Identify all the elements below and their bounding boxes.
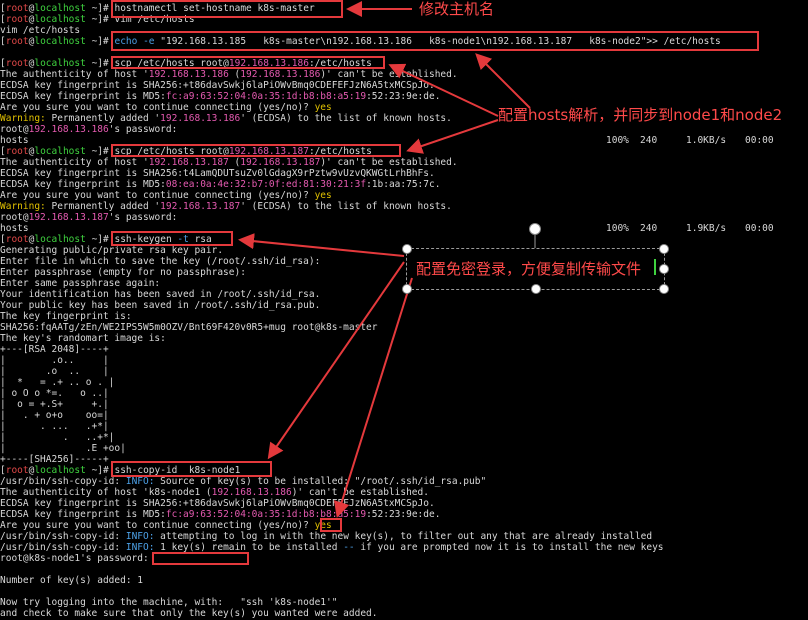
annotation-arrows <box>238 1 536 518</box>
arrow-yes <box>333 277 413 518</box>
arrow-hosts-scp2 <box>406 119 499 154</box>
text-cursor <box>654 259 656 275</box>
resize-handle-bottom-right[interactable] <box>659 284 669 294</box>
resize-handle-top-right[interactable] <box>659 244 669 254</box>
resize-handle-right[interactable] <box>659 264 669 274</box>
arrow-keygen <box>238 233 405 257</box>
annotation-hostname: 修改主机名 <box>419 0 495 18</box>
annotation-nopass[interactable]: 配置免密登录，方便复制传输文件 <box>416 260 641 278</box>
arrow-hosts-echo <box>475 53 531 109</box>
arrow-hosts-scp1 <box>388 63 499 117</box>
annotation-hosts: 配置hosts解析，并同步到node1和node2 <box>498 106 783 124</box>
resize-handle-bottom[interactable] <box>531 284 541 294</box>
resize-handle-top-left[interactable] <box>402 244 412 254</box>
rotate-handle[interactable] <box>529 223 541 235</box>
resize-handle-bottom-left[interactable] <box>402 284 412 294</box>
arrow-copyid <box>267 261 405 460</box>
